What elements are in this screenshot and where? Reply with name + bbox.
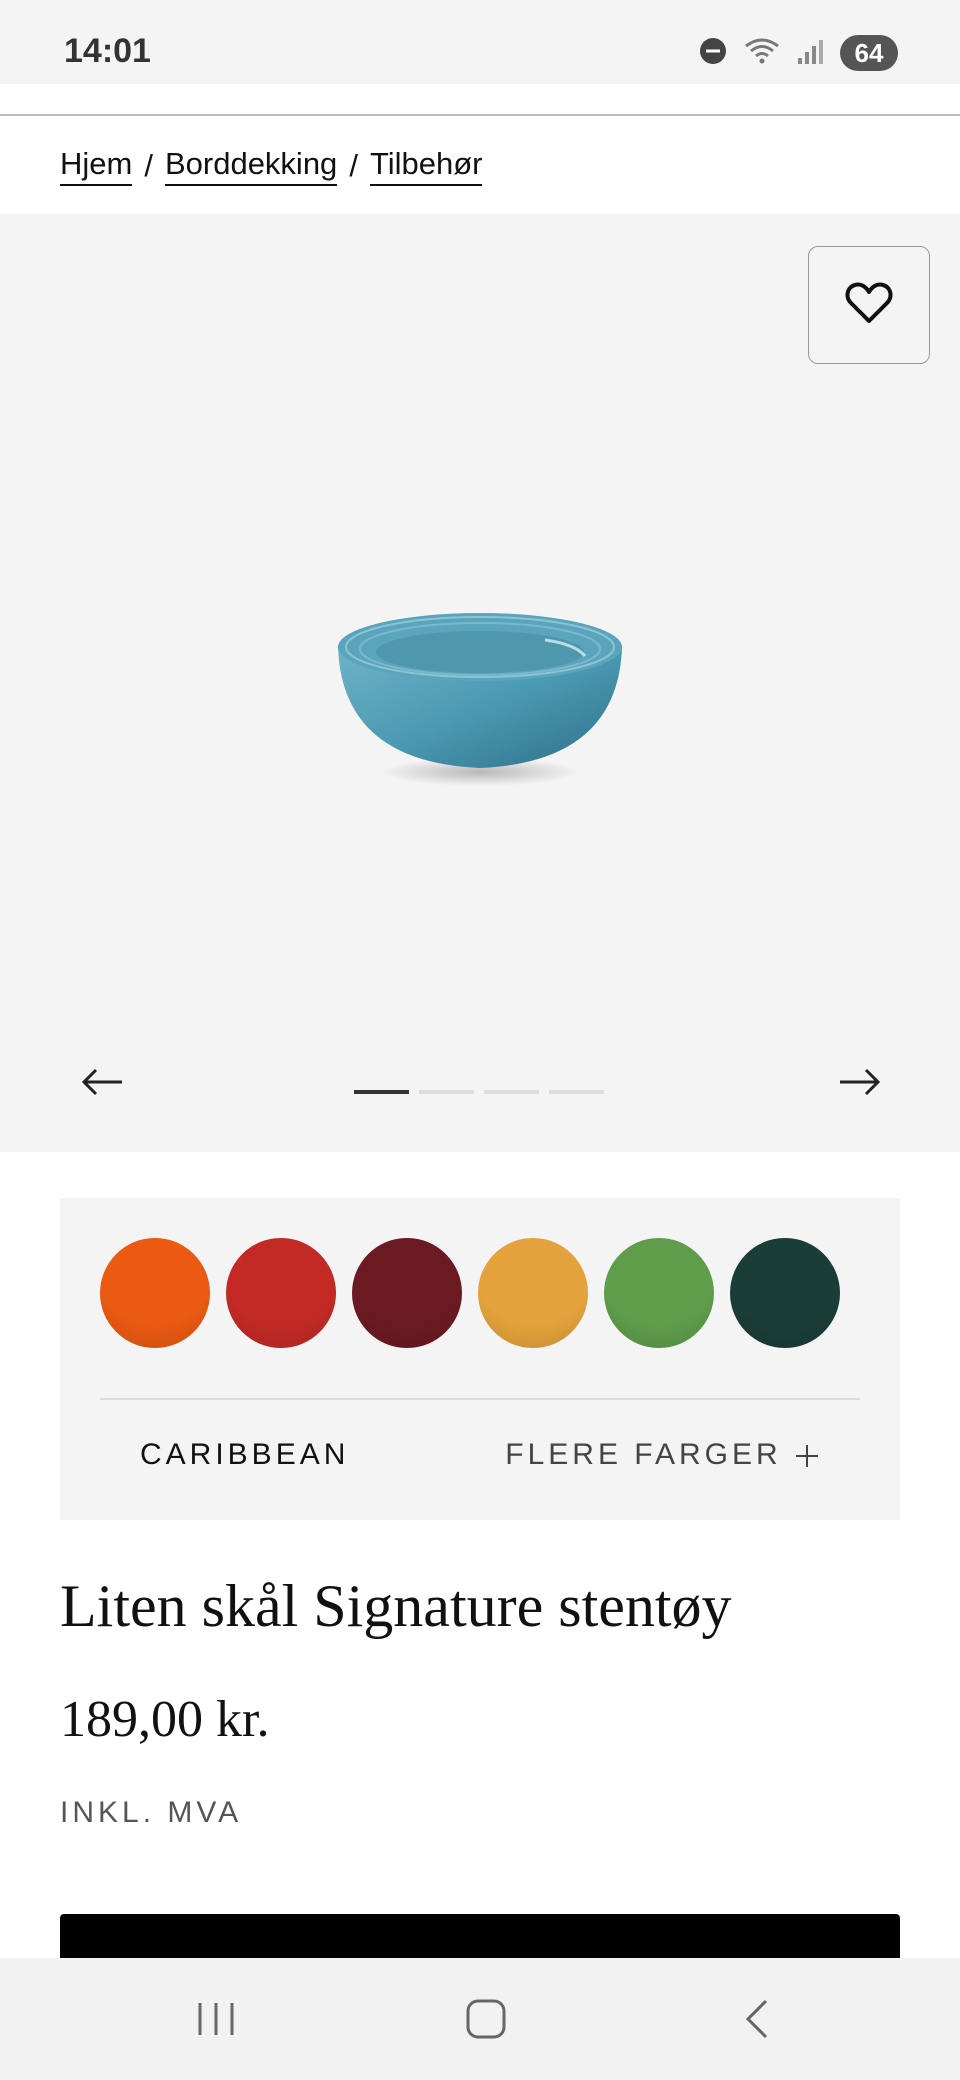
breadcrumb-link-home[interactable]: Hjem — [60, 146, 133, 186]
selected-color-name: CARIBBEAN — [140, 1438, 350, 1471]
back-icon — [738, 1997, 774, 2046]
color-selector: CARIBBEAN FLERE FARGER — [60, 1198, 900, 1520]
color-swatch[interactable] — [226, 1238, 336, 1348]
status-icons: 64 — [698, 34, 898, 72]
breadcrumb: Hjem / Borddekking / Tilbehør — [60, 146, 483, 186]
system-navigation-bar — [0, 1958, 960, 2080]
product-image — [330, 592, 630, 797]
home-button[interactable] — [456, 1998, 516, 2044]
arrow-left-icon — [80, 1067, 124, 1102]
color-swatch[interactable] — [478, 1238, 588, 1348]
signal-icon — [796, 36, 826, 71]
recent-apps-icon — [194, 1999, 238, 2044]
carousel-indicators — [354, 1090, 604, 1094]
home-icon — [464, 1997, 508, 2046]
heart-icon — [845, 281, 893, 330]
battery-indicator: 64 — [840, 35, 898, 71]
divider — [100, 1398, 860, 1400]
carousel-dot[interactable] — [549, 1090, 604, 1094]
carousel-dot[interactable] — [354, 1090, 409, 1094]
arrow-right-icon — [838, 1067, 882, 1102]
color-swatches — [100, 1238, 840, 1348]
favorite-button[interactable] — [808, 246, 930, 364]
carousel-dot[interactable] — [419, 1090, 474, 1094]
do-not-disturb-icon — [698, 36, 728, 71]
product-gallery — [0, 214, 960, 1152]
vat-note: INKL. MVA — [60, 1796, 243, 1829]
next-image-button[interactable] — [830, 1064, 890, 1104]
breadcrumb-link-accessories[interactable]: Tilbehør — [369, 146, 483, 186]
breadcrumb-separator: / — [349, 148, 358, 183]
color-swatch[interactable] — [100, 1238, 210, 1348]
breadcrumb-link-table-setting[interactable]: Borddekking — [164, 146, 338, 186]
status-bar: 14:01 64 — [0, 0, 960, 84]
product-title: Liten skål Signature stentøy — [60, 1573, 732, 1639]
more-colors-button[interactable]: FLERE FARGER — [505, 1438, 820, 1472]
plus-icon — [794, 1438, 820, 1471]
previous-image-button[interactable] — [72, 1064, 132, 1104]
color-swatch[interactable] — [730, 1238, 840, 1348]
carousel-dot[interactable] — [484, 1090, 539, 1094]
status-time: 14:01 — [64, 32, 151, 70]
more-colors-label: FLERE FARGER — [505, 1438, 782, 1471]
back-button[interactable] — [726, 1998, 786, 2044]
product-price: 189,00 kr. — [60, 1691, 270, 1748]
color-swatch[interactable] — [352, 1238, 462, 1348]
wifi-icon — [742, 36, 782, 71]
recent-apps-button[interactable] — [186, 1998, 246, 2044]
header-strip — [0, 84, 960, 116]
breadcrumb-separator: / — [144, 148, 153, 183]
color-swatch[interactable] — [604, 1238, 714, 1348]
